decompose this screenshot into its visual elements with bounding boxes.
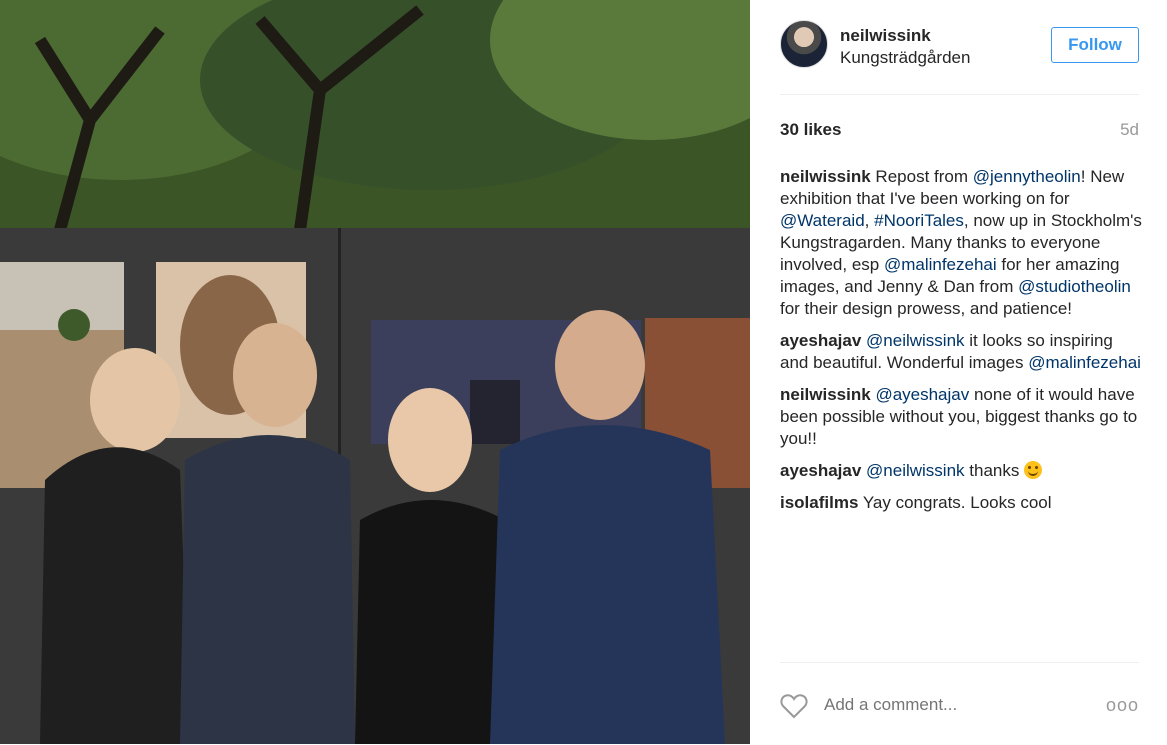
comment: isolafilms Yay congrats. Looks cool — [780, 492, 1143, 514]
mention-link[interactable]: @malinfezehai — [1028, 353, 1141, 372]
post-age[interactable]: 5d — [1120, 120, 1139, 140]
comment-input[interactable] — [824, 695, 1054, 715]
comment-username[interactable]: ayeshajav — [780, 331, 861, 350]
comment: neilwissink Repost from @jennytheolin! N… — [780, 166, 1143, 320]
post-username[interactable]: neilwissink — [840, 26, 931, 46]
post-view: neilwissink Kungsträdgården Follow 30 li… — [0, 0, 1167, 744]
follow-button[interactable]: Follow — [1051, 27, 1139, 63]
comment: ayeshajav @neilwissink it looks so inspi… — [780, 330, 1143, 374]
comment-text: for their design prowess, and patience! — [780, 299, 1073, 318]
likes-count[interactable]: 30 likes — [780, 120, 841, 140]
comment: neilwissink @ayeshajav none of it would … — [780, 384, 1143, 450]
photo-illustration — [0, 0, 750, 744]
mention-link[interactable]: @jennytheolin — [973, 167, 1081, 186]
more-options-icon[interactable]: ooo — [1106, 695, 1139, 716]
comment-text: thanks — [964, 461, 1025, 480]
post-photo[interactable] — [0, 0, 750, 744]
mention-link[interactable]: @neilwissink — [866, 331, 965, 350]
post-sidebar: neilwissink Kungsträdgården Follow 30 li… — [750, 0, 1167, 744]
heart-icon[interactable] — [780, 693, 808, 719]
smiling-face-emoji — [1024, 461, 1043, 479]
comment-username[interactable]: isolafilms — [780, 493, 858, 512]
comment-text: Repost from — [870, 167, 973, 186]
mention-link[interactable]: @malinfezehai — [884, 255, 997, 274]
comment: ayeshajav @neilwissink thanks — [780, 460, 1143, 482]
comment-text: , — [864, 211, 875, 230]
comment-username[interactable]: neilwissink — [780, 167, 871, 186]
avatar[interactable] — [780, 20, 828, 68]
comments-list: neilwissink Repost from @jennytheolin! N… — [780, 166, 1143, 524]
mention-link[interactable]: @neilwissink — [866, 461, 965, 480]
mention-link[interactable]: #NooriTales — [874, 211, 964, 230]
mention-link[interactable]: @studiotheolin — [1018, 277, 1131, 296]
post-location[interactable]: Kungsträdgården — [840, 48, 970, 68]
post-footer: ooo — [780, 662, 1139, 745]
comment-text: Yay congrats. Looks cool — [858, 493, 1052, 512]
comment-username[interactable]: neilwissink — [780, 385, 871, 404]
mention-link[interactable]: @ayeshajav — [875, 385, 969, 404]
post-header: neilwissink Kungsträdgården Follow — [780, 20, 1139, 95]
mention-link[interactable]: @Wateraid — [780, 211, 865, 230]
comment-username[interactable]: ayeshajav — [780, 461, 861, 480]
